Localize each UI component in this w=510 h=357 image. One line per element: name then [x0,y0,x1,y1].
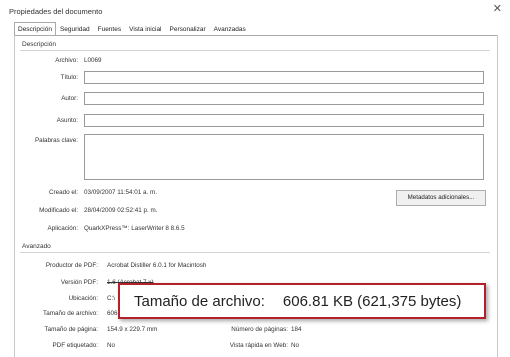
version-label: Versión PDF: [60,279,98,286]
close-icon[interactable]: ✕ [493,3,502,15]
pdf-etiquetado-label: PDF etiquetado: [52,342,98,349]
palabras-clave-field[interactable] [84,134,484,180]
vista-rapida-value: No [291,342,300,349]
numero-paginas-label: Número de páginas: [231,326,288,333]
pdf-etiquetado-value: No [107,342,116,349]
tamano-archivo-value: 606 [107,310,118,317]
callout-label: Tamaño de archivo: [134,292,265,310]
section-divider-avanzado [20,252,490,253]
titulo-label: Título: [60,74,79,81]
tamano-archivo-label: Tamaño de archivo: [43,310,98,317]
tab-vista-inicial[interactable]: Vista inicial [125,22,165,36]
callout-value: 606.81 KB (621,375 bytes) [282,292,462,310]
tab-seguridad[interactable]: Seguridad [56,22,94,36]
metadatos-adicionales-button[interactable]: Metadatos adicionales... [396,190,486,206]
modificado-value: 28/04/2009 02:52:41 p. m. [84,207,158,214]
modificado-label: Modificado el: [39,207,78,214]
tamano-pagina-label: Tamaño de página: [44,326,98,333]
tab-fuentes[interactable]: Fuentes [94,22,126,36]
autor-label: Autor: [61,95,78,102]
archivo-value: L0069 [84,57,102,64]
productor-label: Productor de PDF: [45,262,98,269]
titulo-field[interactable] [84,71,484,84]
section-title-descripcion: Descripción [22,41,56,48]
productor-value: Acrobat Distiller 6.0.1 for Macintosh [107,262,207,269]
numero-paginas-value: 184 [291,326,302,333]
window-title: Propiedades del documento [9,7,103,16]
section-title-avanzado: Avanzado [22,243,51,250]
creado-value: 03/09/2007 11:54:01 a. m. [84,189,158,196]
tamano-pagina-value: 154.9 x 229.7 mm [107,326,158,333]
vista-rapida-label: Vista rápida en Web: [229,342,288,349]
document-properties-dialog: Propiedades del documento ✕ Descripción … [0,0,510,357]
palabras-clave-label: Palabras clave: [34,137,78,144]
section-divider [20,50,490,51]
asunto-field[interactable] [84,114,484,127]
tab-bar: Descripción Seguridad Fuentes Vista inic… [14,22,250,36]
tab-avanzadas[interactable]: Avanzadas [210,22,250,36]
ubicacion-value: C:\ [107,295,116,302]
aplicacion-value: QuarkXPress™: LaserWriter 8 8.6.5 [84,225,185,232]
tab-personalizar[interactable]: Personalizar [166,22,210,36]
aplicacion-label: Aplicación: [47,225,78,232]
creado-label: Creado el: [48,189,78,196]
autor-field[interactable] [84,92,484,105]
tab-descripcion[interactable]: Descripción [14,22,56,36]
ubicacion-label: Ubicación: [68,295,98,302]
file-size-callout: Tamaño de archivo: 606.81 KB (621,375 by… [118,283,486,319]
archivo-label: Archivo: [55,57,78,64]
asunto-label: Asunto: [56,117,78,124]
